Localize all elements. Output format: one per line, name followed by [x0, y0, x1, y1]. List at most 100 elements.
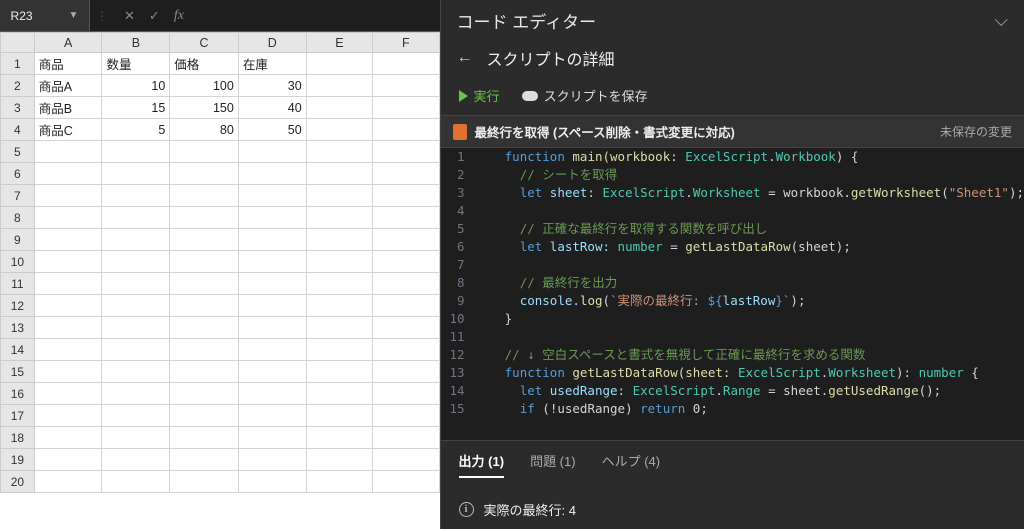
- cell[interactable]: 価格: [170, 53, 239, 75]
- cell[interactable]: [373, 75, 439, 97]
- column-header[interactable]: E: [306, 33, 372, 53]
- cell[interactable]: [102, 449, 170, 471]
- spreadsheet-grid[interactable]: ABCDEF1商品数量価格在庫2商品A10100303商品B15150404商品…: [0, 32, 440, 529]
- cell[interactable]: [170, 471, 239, 493]
- cell[interactable]: 80: [170, 119, 239, 141]
- cell[interactable]: [306, 317, 372, 339]
- cell[interactable]: [238, 427, 306, 449]
- cell[interactable]: [238, 251, 306, 273]
- cell[interactable]: 10: [102, 75, 170, 97]
- cell[interactable]: [306, 361, 372, 383]
- cell[interactable]: [306, 141, 372, 163]
- cell[interactable]: [170, 383, 239, 405]
- cell[interactable]: [373, 295, 439, 317]
- cell[interactable]: [238, 449, 306, 471]
- cell[interactable]: [170, 273, 239, 295]
- cell[interactable]: [34, 251, 102, 273]
- cell[interactable]: 5: [102, 119, 170, 141]
- cell[interactable]: [306, 75, 372, 97]
- cell[interactable]: [102, 273, 170, 295]
- cell[interactable]: [102, 251, 170, 273]
- row-header[interactable]: 4: [1, 119, 35, 141]
- column-header[interactable]: B: [102, 33, 170, 53]
- cell[interactable]: [238, 185, 306, 207]
- cell[interactable]: [373, 317, 439, 339]
- column-header[interactable]: D: [238, 33, 306, 53]
- cell[interactable]: [170, 427, 239, 449]
- cell[interactable]: [102, 141, 170, 163]
- row-header[interactable]: 14: [1, 339, 35, 361]
- cell[interactable]: [238, 295, 306, 317]
- cell[interactable]: [373, 427, 439, 449]
- cell[interactable]: [102, 163, 170, 185]
- cell[interactable]: [170, 229, 239, 251]
- cell[interactable]: [306, 97, 372, 119]
- cell[interactable]: [306, 273, 372, 295]
- cell[interactable]: [373, 163, 439, 185]
- cell[interactable]: [238, 361, 306, 383]
- row-header[interactable]: 10: [1, 251, 35, 273]
- cell[interactable]: [306, 163, 372, 185]
- cell[interactable]: [238, 339, 306, 361]
- cell[interactable]: 商品C: [34, 119, 102, 141]
- cell[interactable]: [238, 383, 306, 405]
- cell[interactable]: [102, 405, 170, 427]
- cell[interactable]: [102, 427, 170, 449]
- cell[interactable]: [373, 273, 439, 295]
- row-header[interactable]: 11: [1, 273, 35, 295]
- row-header[interactable]: 16: [1, 383, 35, 405]
- cell[interactable]: 100: [170, 75, 239, 97]
- column-header[interactable]: A: [34, 33, 102, 53]
- name-box[interactable]: ▼: [0, 0, 90, 31]
- confirm-icon[interactable]: ✓: [149, 8, 160, 24]
- fx-icon[interactable]: fx: [174, 8, 184, 24]
- cell[interactable]: [102, 471, 170, 493]
- cell[interactable]: 30: [238, 75, 306, 97]
- cell[interactable]: [306, 405, 372, 427]
- cell[interactable]: [373, 339, 439, 361]
- cell[interactable]: [102, 383, 170, 405]
- cell[interactable]: [306, 251, 372, 273]
- cell[interactable]: [306, 471, 372, 493]
- row-header[interactable]: 17: [1, 405, 35, 427]
- cell[interactable]: [34, 185, 102, 207]
- save-script-button[interactable]: スクリプトを保存: [522, 86, 648, 105]
- row-header[interactable]: 9: [1, 229, 35, 251]
- cell[interactable]: [238, 229, 306, 251]
- cell[interactable]: [102, 361, 170, 383]
- cell[interactable]: [238, 471, 306, 493]
- column-header[interactable]: C: [170, 33, 239, 53]
- row-header[interactable]: 13: [1, 317, 35, 339]
- cell[interactable]: [306, 53, 372, 75]
- cell[interactable]: [170, 449, 239, 471]
- cell[interactable]: 15: [102, 97, 170, 119]
- cell[interactable]: [102, 185, 170, 207]
- cell[interactable]: [170, 251, 239, 273]
- cell[interactable]: [373, 449, 439, 471]
- cell[interactable]: [34, 273, 102, 295]
- row-header[interactable]: 7: [1, 185, 35, 207]
- cell-reference-input[interactable]: [11, 9, 65, 23]
- cell[interactable]: [238, 317, 306, 339]
- cell[interactable]: [34, 141, 102, 163]
- cell[interactable]: [238, 207, 306, 229]
- cell[interactable]: [34, 339, 102, 361]
- cell[interactable]: [170, 141, 239, 163]
- row-header[interactable]: 3: [1, 97, 35, 119]
- row-header[interactable]: 1: [1, 53, 35, 75]
- cell[interactable]: [306, 185, 372, 207]
- cell[interactable]: [373, 141, 439, 163]
- cell[interactable]: [238, 141, 306, 163]
- cell[interactable]: [34, 383, 102, 405]
- cell[interactable]: [373, 471, 439, 493]
- row-header[interactable]: 19: [1, 449, 35, 471]
- cell[interactable]: [34, 317, 102, 339]
- cell[interactable]: [170, 405, 239, 427]
- cell[interactable]: [373, 229, 439, 251]
- cell[interactable]: 150: [170, 97, 239, 119]
- cell[interactable]: [170, 317, 239, 339]
- cell[interactable]: [373, 361, 439, 383]
- cell[interactable]: 商品A: [34, 75, 102, 97]
- cell[interactable]: [170, 185, 239, 207]
- row-header[interactable]: 20: [1, 471, 35, 493]
